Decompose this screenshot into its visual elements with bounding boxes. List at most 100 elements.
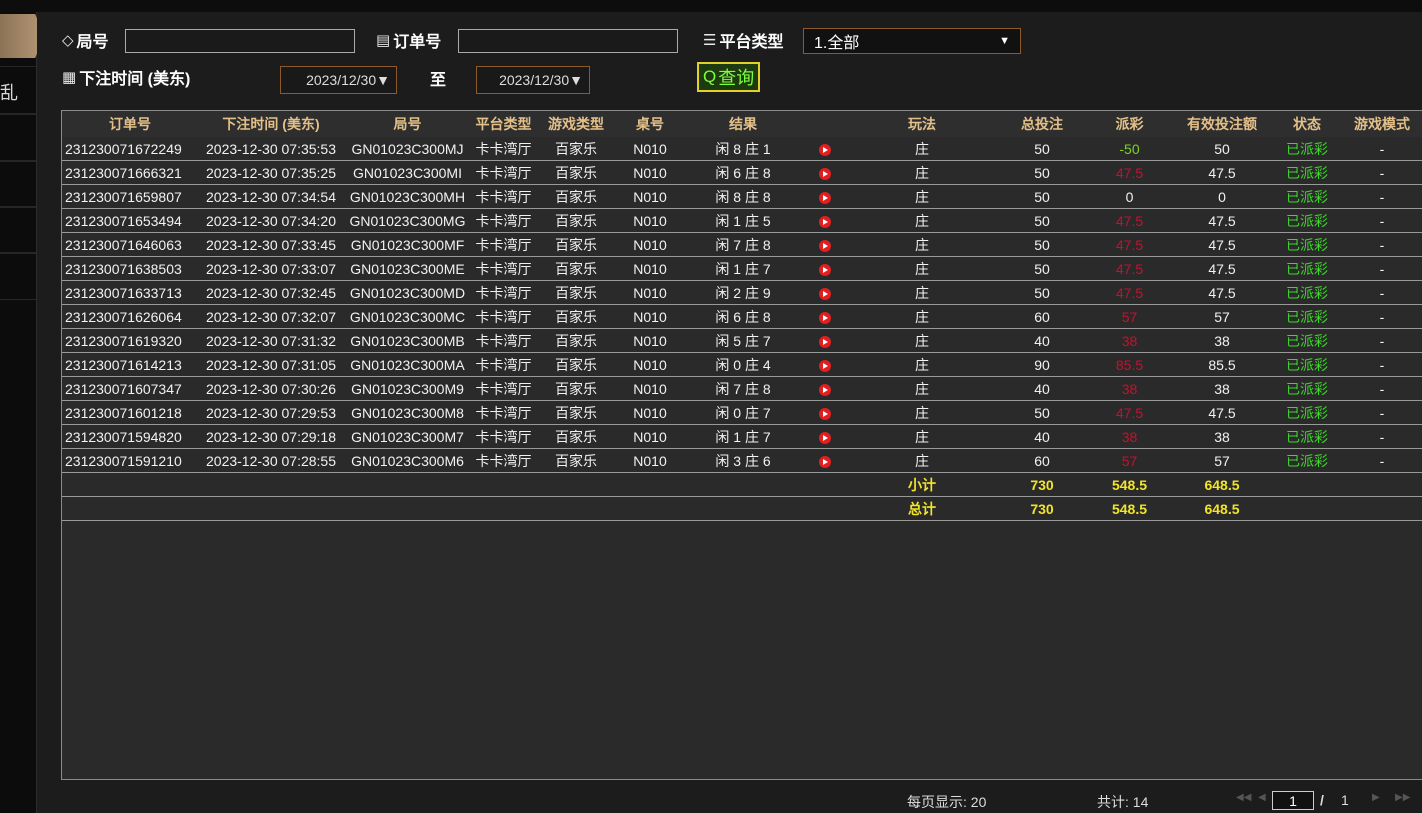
prev-page-icon[interactable]: ◀ bbox=[1258, 792, 1266, 803]
play-video-icon[interactable] bbox=[818, 455, 831, 468]
table-no-cell: N010 bbox=[616, 160, 684, 185]
status-cell: 已派彩 bbox=[1272, 232, 1342, 257]
next-page-icon[interactable]: ▶ bbox=[1372, 792, 1380, 803]
nav-item-5[interactable] bbox=[0, 252, 36, 300]
payout-cell: -50 bbox=[1087, 137, 1172, 161]
col-header[interactable]: 状态 bbox=[1272, 111, 1342, 137]
play-button-cell[interactable] bbox=[802, 137, 847, 161]
col-header[interactable]: 结果 bbox=[684, 111, 802, 137]
play-video-icon[interactable] bbox=[818, 239, 831, 252]
table-row[interactable]: 231230071614213 2023-12-30 07:31:05 GN0102… bbox=[62, 352, 1422, 377]
orders-table-panel: 订单号 下注时间 (美东) 局号 平台类型 游戏类型 桌号 结果 玩法 总投注 … bbox=[61, 110, 1422, 780]
table-row[interactable]: 231230071633713 2023-12-30 07:32:45 GN0102… bbox=[62, 280, 1422, 305]
table-row[interactable]: 231230071672249 2023-12-30 07:35:53 GN0102… bbox=[62, 137, 1422, 161]
col-header[interactable]: 局号 bbox=[344, 111, 471, 137]
time-filter: ▦ 下注时间 (美东) bbox=[62, 65, 190, 89]
chevron-down-icon: ▼ bbox=[999, 35, 1010, 47]
play-button-cell[interactable] bbox=[802, 184, 847, 209]
col-header[interactable]: 平台类型 bbox=[471, 111, 536, 137]
col-header[interactable]: 订单号 bbox=[62, 111, 198, 137]
play-button-cell[interactable] bbox=[802, 400, 847, 425]
play-video-icon[interactable] bbox=[818, 311, 831, 324]
col-header[interactable]: 派彩 bbox=[1087, 111, 1172, 137]
play-button-cell[interactable] bbox=[802, 304, 847, 329]
payout-cell: 38 bbox=[1087, 376, 1172, 401]
bet-time-cell: 2023-12-30 07:31:32 bbox=[198, 328, 344, 353]
col-header[interactable]: 有效投注额 bbox=[1172, 111, 1272, 137]
play-button-cell[interactable] bbox=[802, 160, 847, 185]
play-button-cell[interactable] bbox=[802, 424, 847, 449]
nav-item-3[interactable] bbox=[0, 160, 36, 208]
round-id-cell: GN01023C300M7 bbox=[344, 424, 471, 449]
col-header[interactable]: 玩法 bbox=[847, 111, 997, 137]
total-bet-cell: 60 bbox=[997, 448, 1087, 473]
first-page-icon[interactable]: ◀◀ bbox=[1236, 792, 1251, 803]
nav-item-4[interactable] bbox=[0, 206, 36, 254]
nav-item-1[interactable]: 乱 bbox=[0, 66, 36, 114]
last-page-icon[interactable]: ▶▶ bbox=[1395, 792, 1410, 803]
play-video-icon[interactable] bbox=[818, 287, 831, 300]
play-video-icon[interactable] bbox=[818, 431, 831, 444]
bet-time-cell: 2023-12-30 07:33:45 bbox=[198, 232, 344, 257]
table-row[interactable]: 231230071666321 2023-12-30 07:35:25 GN0102… bbox=[62, 160, 1422, 185]
date-from-select[interactable]: 2023/12/30▼ bbox=[280, 66, 397, 94]
play-button-cell[interactable] bbox=[802, 208, 847, 233]
col-header[interactable]: 总投注 bbox=[997, 111, 1087, 137]
play-video-icon[interactable] bbox=[818, 215, 831, 228]
total-cell bbox=[802, 496, 847, 521]
table-row[interactable]: 231230071659807 2023-12-30 07:34:54 GN0102… bbox=[62, 184, 1422, 209]
play-button-cell[interactable] bbox=[802, 232, 847, 257]
play-video-icon[interactable] bbox=[818, 335, 831, 348]
bet-type-cell: 庄 bbox=[847, 304, 997, 329]
bet-type-cell: 庄 bbox=[847, 256, 997, 281]
col-header[interactable]: 下注时间 (美东) bbox=[198, 111, 344, 137]
total-cell bbox=[684, 496, 802, 521]
col-header[interactable]: 游戏类型 bbox=[536, 111, 616, 137]
subtotal-cell bbox=[1272, 472, 1342, 497]
date-to-select[interactable]: 2023/12/30▼ bbox=[476, 66, 590, 94]
round-input[interactable] bbox=[125, 29, 355, 53]
table-row[interactable]: 231230071626064 2023-12-30 07:32:07 GN0102… bbox=[62, 304, 1422, 329]
play-video-icon[interactable] bbox=[818, 263, 831, 276]
order-label: 订单号 bbox=[393, 34, 442, 51]
table-row[interactable]: 231230071619320 2023-12-30 07:31:32 GN0102… bbox=[62, 328, 1422, 353]
nav-item-label: 乱 bbox=[0, 83, 18, 103]
play-button-cell[interactable] bbox=[802, 328, 847, 353]
play-video-icon[interactable] bbox=[818, 191, 831, 204]
table-row[interactable]: 231230071653494 2023-12-30 07:34:20 GN0102… bbox=[62, 208, 1422, 233]
order-input[interactable] bbox=[458, 29, 678, 53]
bet-type-cell: 庄 bbox=[847, 232, 997, 257]
query-button[interactable]: Q 查询 bbox=[697, 62, 761, 92]
round-id-cell: GN01023C300MD bbox=[344, 280, 471, 305]
play-button-cell[interactable] bbox=[802, 448, 847, 473]
play-button-cell[interactable] bbox=[802, 352, 847, 377]
platform-select[interactable]: 1.全部 ▼ bbox=[803, 28, 1021, 54]
play-video-icon[interactable] bbox=[818, 143, 831, 156]
play-button-cell[interactable] bbox=[802, 280, 847, 305]
game-mode-cell: - bbox=[1342, 328, 1422, 353]
bet-type-cell: 庄 bbox=[847, 376, 997, 401]
round-label: 局号 bbox=[76, 34, 109, 51]
result-cell: 闲 7 庄 8 bbox=[684, 232, 802, 257]
col-header bbox=[802, 111, 847, 137]
play-video-icon[interactable] bbox=[818, 167, 831, 180]
table-row[interactable]: 231230071601218 2023-12-30 07:29:53 GN0102… bbox=[62, 400, 1422, 425]
table-row[interactable]: 231230071646063 2023-12-30 07:33:45 GN0102… bbox=[62, 232, 1422, 257]
page-number-input[interactable] bbox=[1272, 791, 1314, 810]
table-row[interactable]: 231230071638503 2023-12-30 07:33:07 GN0102… bbox=[62, 256, 1422, 281]
table-row[interactable]: 231230071594820 2023-12-30 07:29:18 GN0102… bbox=[62, 424, 1422, 449]
nav-item-2[interactable] bbox=[0, 114, 36, 162]
table-row[interactable]: 231230071607347 2023-12-30 07:30:26 GN0102… bbox=[62, 376, 1422, 401]
valid-bet-cell: 47.5 bbox=[1172, 400, 1272, 425]
play-video-icon[interactable] bbox=[818, 359, 831, 372]
play-video-icon[interactable] bbox=[818, 383, 831, 396]
play-video-icon[interactable] bbox=[818, 407, 831, 420]
play-button-cell[interactable] bbox=[802, 256, 847, 281]
payout-cell: 47.5 bbox=[1087, 256, 1172, 281]
payout-cell: 47.5 bbox=[1087, 208, 1172, 233]
play-button-cell[interactable] bbox=[802, 376, 847, 401]
table-row[interactable]: 231230071591210 2023-12-30 07:28:55 GN0102… bbox=[62, 448, 1422, 473]
col-header[interactable]: 游戏模式 bbox=[1342, 111, 1422, 137]
col-header[interactable]: 桌号 bbox=[616, 111, 684, 137]
left-nav: 乱 bbox=[0, 12, 44, 813]
